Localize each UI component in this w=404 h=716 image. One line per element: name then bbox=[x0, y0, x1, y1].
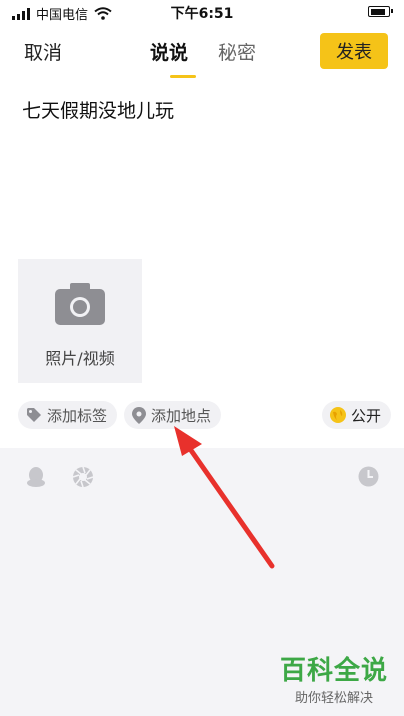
visibility-button[interactable]: 公开 bbox=[322, 401, 392, 429]
globe-icon bbox=[330, 407, 346, 423]
watermark: 百科全说 助你轻松解决 bbox=[274, 650, 394, 706]
photo-video-label: 照片/视频 bbox=[45, 349, 115, 368]
tab-shuoshuo[interactable]: 说说 bbox=[150, 38, 188, 65]
clock-icon[interactable] bbox=[358, 466, 379, 487]
add-location-label: 添加地点 bbox=[151, 406, 212, 425]
add-tag-label: 添加标签 bbox=[47, 406, 108, 425]
status-time: 下午6:51 bbox=[170, 6, 234, 22]
battery-level bbox=[370, 8, 385, 15]
publish-button[interactable]: 发表 bbox=[320, 33, 388, 69]
active-tab-indicator bbox=[170, 75, 196, 78]
watermark-title: 百科全说 bbox=[279, 656, 388, 686]
tag-icon bbox=[27, 408, 41, 422]
watermark-subtitle: 助你轻松解决 bbox=[294, 691, 373, 706]
nav-bar: 取消 说说 秘密 发表 bbox=[0, 24, 404, 80]
post-text-input[interactable]: 七天假期没地儿玩 bbox=[22, 96, 174, 123]
add-tag-button[interactable]: 添加标签 bbox=[18, 401, 118, 429]
tab-mimi[interactable]: 秘密 bbox=[218, 38, 256, 65]
status-bar: 中国电信 下午6:51 bbox=[0, 0, 404, 24]
battery-icon bbox=[368, 6, 393, 17]
qq-penguin-icon[interactable] bbox=[26, 466, 46, 488]
visibility-label: 公开 bbox=[351, 406, 382, 425]
camera-icon bbox=[55, 283, 105, 325]
cancel-button[interactable]: 取消 bbox=[24, 38, 62, 65]
location-pin-icon bbox=[132, 406, 146, 424]
add-photo-video-button[interactable]: 照片/视频 bbox=[18, 259, 142, 383]
add-location-button[interactable]: 添加地点 bbox=[124, 401, 222, 429]
shutter-icon[interactable] bbox=[72, 466, 94, 488]
